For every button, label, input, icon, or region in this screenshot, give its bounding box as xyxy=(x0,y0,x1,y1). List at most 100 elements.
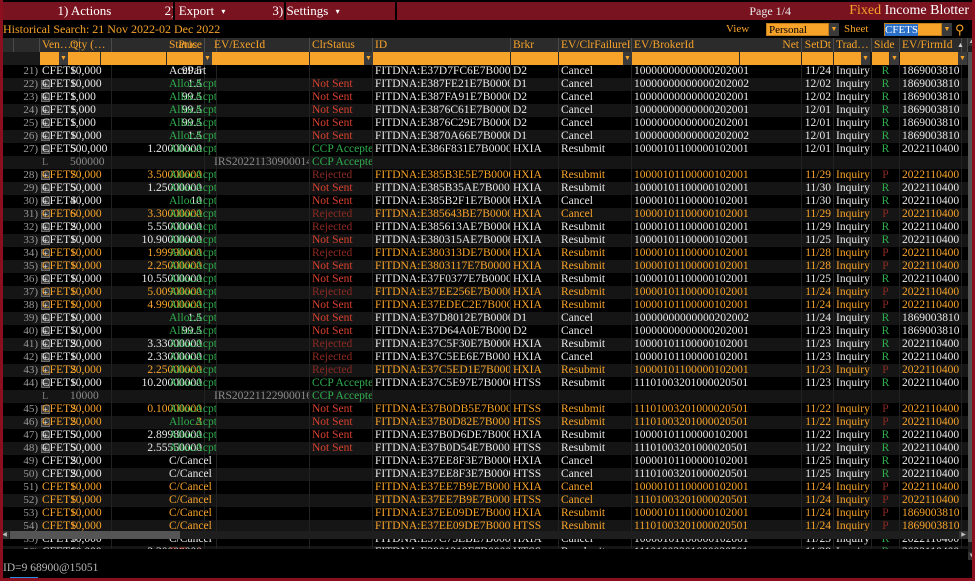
cell-net[interactable] xyxy=(740,377,802,390)
table-row[interactable]: 29) + CFETS 50,000 1.25000000 AllocAcpt Not Se… xyxy=(0,182,968,195)
cell-clrstatus[interactable]: Not Sent xyxy=(310,429,373,442)
cell-net[interactable] xyxy=(740,338,802,351)
cell-id[interactable]: FITDNA:E37D8012E7B00002 xyxy=(373,312,511,325)
cell-id[interactable]: FITDNA:E37B0D6DE7B00003 xyxy=(373,429,511,442)
cell-status[interactable]: AllocAcpt xyxy=(167,442,217,455)
cell-side[interactable]: R xyxy=(872,143,900,156)
cell-trad[interactable]: Inquiry xyxy=(834,416,872,429)
cell-net[interactable] xyxy=(740,91,802,104)
cell-side[interactable]: R xyxy=(872,442,900,455)
cell-trad[interactable]: Inquiry xyxy=(834,325,872,338)
cell-id[interactable]: FITDNA:E37C5F30E7B00003 xyxy=(373,338,511,351)
cell-setdt[interactable]: 11/29 xyxy=(802,221,834,234)
cell-execid[interactable] xyxy=(212,481,310,494)
cell-status[interactable]: AccPart xyxy=(167,65,217,78)
cell-trad[interactable]: Inquiry xyxy=(834,221,872,234)
cell-brkr[interactable]: D2 xyxy=(511,91,559,104)
horizontal-scroll-thumb[interactable] xyxy=(10,531,180,539)
cell-clrstatus[interactable]: Not Sent xyxy=(310,260,373,273)
cell-setdt[interactable]: 12/01 xyxy=(802,117,834,130)
cell-id[interactable]: FITDNA:E37F0377E7B00003 xyxy=(373,273,511,286)
filter-input-14[interactable] xyxy=(872,52,890,65)
cell-status[interactable]: C/Cancel xyxy=(167,481,217,494)
cell-side[interactable]: P xyxy=(872,416,900,429)
horizontal-scrollbar[interactable]: ◀ ▶ xyxy=(0,531,968,539)
cell-clrstatus[interactable]: Rejected xyxy=(310,169,373,182)
cell-id[interactable] xyxy=(373,156,511,169)
cell-clrfail[interactable]: Resubmit xyxy=(559,247,632,260)
cell-firmid[interactable]: 1869003810 xyxy=(900,104,962,117)
filter-chevron-down-icon[interactable]: ▼ xyxy=(203,52,212,65)
cell-clrstatus[interactable]: Not Sent xyxy=(310,78,373,91)
cell-side[interactable]: P xyxy=(872,299,900,312)
cell-setdt[interactable]: 11/28 xyxy=(802,546,834,549)
table-row[interactable]: 45) + CFETS 20,000 0.10000000 AllocAcpt Not Se… xyxy=(0,403,968,416)
cell-firmid[interactable]: 1869003810 xyxy=(900,78,962,91)
table-row[interactable]: 51) CFETS 10,000 C/Cancel FITDNA:E37EE7B9E7B… xyxy=(0,481,968,494)
cell-side[interactable]: P xyxy=(872,403,900,416)
filter-chevron-down-icon[interactable]: ▼ xyxy=(958,52,967,65)
cell-status[interactable]: AllocAcpt xyxy=(167,338,217,351)
cell-status[interactable]: C/Cancel xyxy=(167,507,217,520)
cell-execid[interactable] xyxy=(212,312,310,325)
cell-setdt[interactable]: 11/22 xyxy=(802,416,834,429)
cell-execid[interactable] xyxy=(212,143,310,156)
cell-execid[interactable] xyxy=(212,286,310,299)
cell-net[interactable] xyxy=(740,286,802,299)
cell-net[interactable] xyxy=(740,416,802,429)
cell-status[interactable]: AllocAcpt xyxy=(167,429,217,442)
cell-brkr[interactable]: HXIA xyxy=(511,364,559,377)
cell-status[interactable]: AllocAcpt xyxy=(167,312,217,325)
cell-id[interactable]: FITDNA:E380313DE7B00003 xyxy=(373,247,511,260)
cell-execid[interactable] xyxy=(212,169,310,182)
cell-id[interactable]: FITDNA:E37D64A0E7B00003 xyxy=(373,325,511,338)
cell-net[interactable] xyxy=(740,234,802,247)
cell-execid[interactable] xyxy=(212,130,310,143)
cell-trad[interactable]: Inquiry xyxy=(834,91,872,104)
cell-status[interactable] xyxy=(167,390,217,403)
cell-trad[interactable]: Inquiry xyxy=(834,546,872,549)
cell-firmid[interactable]: 2022110400 xyxy=(900,169,962,182)
cell-trad[interactable]: Inquiry xyxy=(834,234,872,247)
cell-firmid[interactable]: 2022110400 xyxy=(900,416,962,429)
cell-id[interactable]: FITDNA:E387FA91E7B00003 xyxy=(373,91,511,104)
filter-chevron-down-icon[interactable]: ▼ xyxy=(59,52,68,65)
cell-status[interactable]: AllocAcpt xyxy=(167,104,217,117)
cell-trad[interactable]: Inquiry xyxy=(834,507,872,520)
cell-brkr[interactable]: HXIA xyxy=(511,247,559,260)
cell-firmid[interactable]: 2022110400 xyxy=(900,442,962,455)
cell-trad[interactable]: Inquiry xyxy=(834,338,872,351)
cell-setdt[interactable]: 11/22 xyxy=(802,442,834,455)
cell-brkr[interactable]: HXIA xyxy=(511,260,559,273)
cell-clrfail[interactable]: Resubmit xyxy=(559,429,632,442)
table-row[interactable]: 21) CFETS 10,000 99.5 AccPart FITDNA:E37D7FC6… xyxy=(0,65,968,78)
cell-clrstatus[interactable]: Rejected xyxy=(310,208,373,221)
table-row[interactable]: 23) + CFETS 1,000 99.5 AllocAcpt Not Sent FITDN… xyxy=(0,91,968,104)
sort-ascending-icon[interactable]: ▲ xyxy=(955,38,968,52)
cell-net[interactable] xyxy=(740,273,802,286)
cell-side[interactable]: R xyxy=(872,234,900,247)
grid-header-execid[interactable]: EV/ExecId xyxy=(212,38,310,52)
cell-clrfail[interactable]: Resubmit xyxy=(559,143,632,156)
cell-trad[interactable]: Inquiry xyxy=(834,429,872,442)
cell-brkr[interactable]: HTSS xyxy=(511,494,559,507)
cell-execid[interactable] xyxy=(212,78,310,91)
table-row[interactable]: 36) + CFETS 10,000 10.55000000 AllocAcpt Not S… xyxy=(0,273,968,286)
cell-setdt[interactable]: 11/24 xyxy=(802,286,834,299)
cell-clrstatus[interactable]: Not Sent xyxy=(310,325,373,338)
cell-clrstatus[interactable] xyxy=(310,507,373,520)
cell-execid[interactable] xyxy=(212,260,310,273)
cell-setdt[interactable]: 11/24 xyxy=(802,494,834,507)
cell-status[interactable]: AllocAcpt xyxy=(167,221,217,234)
cell-clrfail[interactable]: Cancel xyxy=(559,208,632,221)
cell-id[interactable]: FITDNA:E3876C61E7B00003 xyxy=(373,104,511,117)
cell-status[interactable]: C/Expire xyxy=(167,546,217,549)
cell-execid[interactable] xyxy=(212,416,310,429)
cell-firmid[interactable]: 2022110400 xyxy=(900,377,962,390)
cell-side[interactable] xyxy=(872,390,900,403)
cell-clrfail[interactable] xyxy=(559,156,632,169)
cell-setdt[interactable]: 11/28 xyxy=(802,247,834,260)
grid-header-brkr[interactable]: Brkr xyxy=(511,38,559,52)
cell-side[interactable]: R xyxy=(872,65,900,78)
cell-brkr[interactable]: HTSS xyxy=(511,416,559,429)
